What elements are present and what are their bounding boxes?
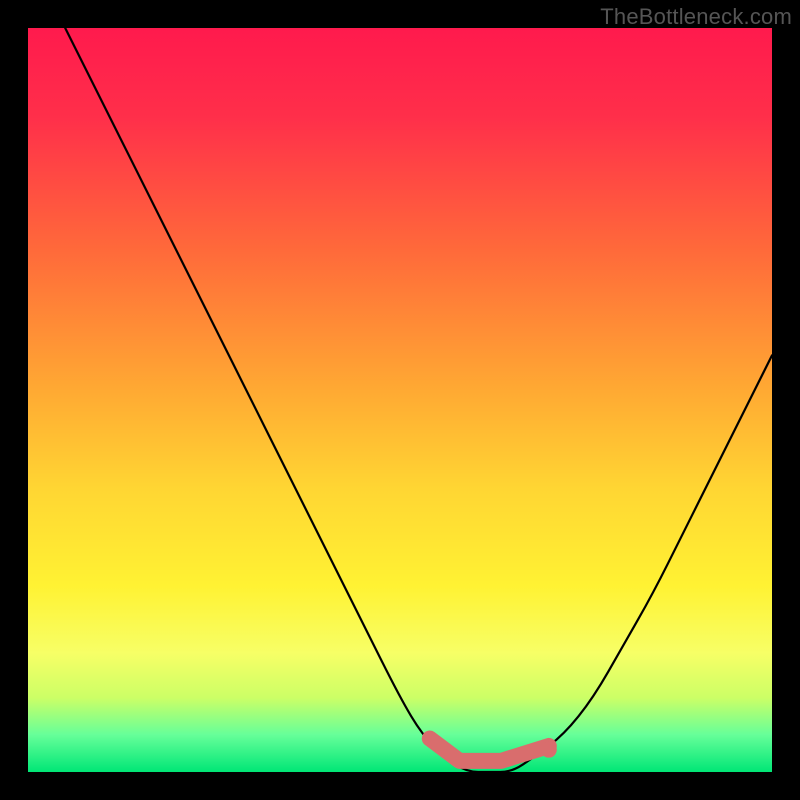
bottleneck-chart — [0, 0, 800, 800]
watermark-text: TheBottleneck.com — [600, 4, 792, 30]
chart-frame: TheBottleneck.com — [0, 0, 800, 800]
gradient-background — [28, 28, 772, 772]
optimal-point-marker — [541, 742, 557, 758]
